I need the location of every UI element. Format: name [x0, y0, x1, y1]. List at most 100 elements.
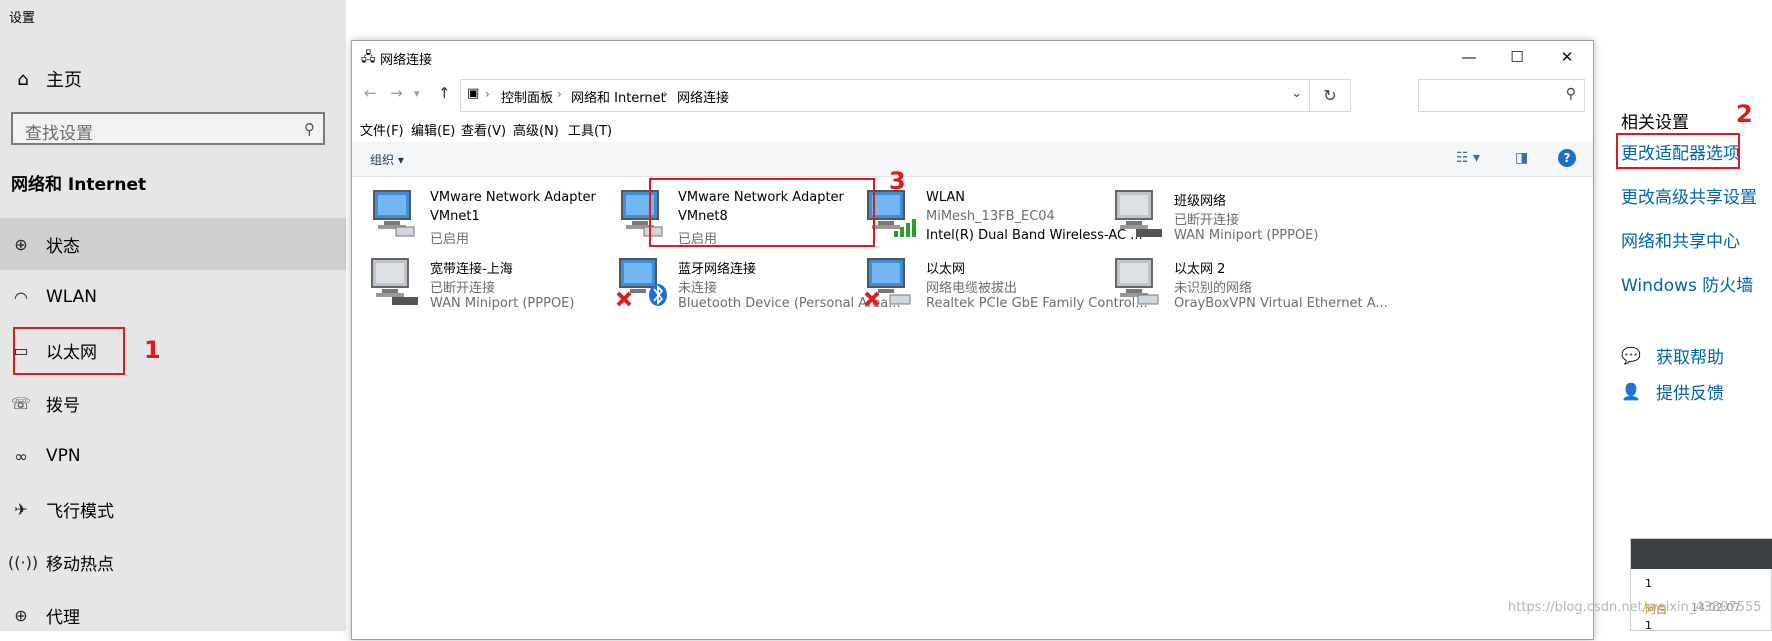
bluetooth-adapter-icon	[616, 258, 667, 307]
back-icon[interactable]: ←	[364, 84, 377, 102]
annotation-number-3: 3	[889, 167, 906, 195]
get-help-link[interactable]: 💬 获取帮助	[1621, 342, 1724, 368]
wifi-icon: ◠	[14, 287, 28, 307]
connection-status: 已断开连接	[430, 281, 496, 296]
organize-button[interactable]: 组织 ▾	[370, 151, 404, 168]
home-icon: ⌂	[17, 68, 29, 90]
nav-item-label: WLAN	[46, 287, 98, 307]
annotation-box-vmnet8	[649, 178, 875, 247]
breadcrumb-network-internet[interactable]: 网络和 Internet	[571, 87, 666, 106]
breadcrumb-network-connections[interactable]: 网络连接	[677, 87, 729, 106]
connection-status: 网络电缆被拔出	[926, 281, 1018, 296]
nav-item-proxy[interactable]: ⊕ 代理	[0, 589, 346, 641]
search-icon: ⚲	[304, 120, 315, 138]
home-nav-item[interactable]: ⌂ 主页	[10, 64, 82, 94]
home-label: 主页	[46, 70, 82, 91]
connection-name: 以太网 2	[1174, 262, 1226, 277]
popup-row: 1	[1645, 577, 1652, 590]
menu-tools[interactable]: 工具(T)	[568, 120, 612, 139]
feedback-icon: 👤	[1621, 381, 1641, 401]
windows-firewall-link[interactable]: Windows 防火墙	[1621, 271, 1753, 296]
connection-name: VMware Network Adapter	[430, 190, 596, 205]
connection-device: Intel(R) Dual Band Wireless-AC ...	[926, 228, 1143, 243]
annotation-number-1: 1	[144, 336, 161, 364]
nav-item-label: 拨号	[46, 395, 80, 416]
breadcrumb-separator: ›	[557, 87, 562, 101]
network-adapter-icon	[373, 190, 415, 237]
breadcrumb-separator: ›	[485, 87, 490, 101]
connection-bluetooth[interactable]: 蓝牙网络连接 未连接 Bluetooth Device (Personal Ar…	[616, 253, 901, 317]
up-icon[interactable]: ↑	[438, 84, 451, 102]
window-title: 网络连接	[380, 53, 433, 68]
nav-item-label: 移动热点	[46, 554, 114, 575]
connection-status: 已启用	[430, 232, 470, 247]
menu-file[interactable]: 文件(F)	[360, 120, 404, 139]
maximize-button[interactable]: ☐	[1493, 41, 1541, 73]
connection-name: WLAN	[926, 190, 966, 205]
help-icon[interactable]: ?	[1558, 149, 1576, 167]
network-folder-icon: 🖧	[361, 50, 376, 65]
control-panel-icon: ▣	[467, 86, 480, 101]
connection-ethernet-2[interactable]: 以太网 2 未识别的网络 OrayBoxVPN Virtual Ethernet…	[1112, 253, 1388, 317]
popup-row: 1	[1645, 619, 1652, 632]
minimize-button[interactable]: —	[1445, 41, 1493, 73]
forward-icon[interactable]: →	[390, 84, 403, 102]
popup-header	[1631, 539, 1772, 569]
connection-device: WAN Miniport (PPPOE)	[1174, 228, 1319, 243]
ethernet-adapter-icon	[864, 258, 911, 307]
nav-item-dialup[interactable]: ☏ 拨号	[0, 377, 346, 429]
address-bar[interactable]: ▣ › 控制面板 › 网络和 Internet › 网络连接 ⌄ ↻	[460, 79, 1351, 112]
nav-item-label: VPN	[46, 446, 81, 466]
advanced-sharing-link[interactable]: 更改高级共享设置	[1621, 183, 1757, 208]
connection-name: 宽带连接-上海	[430, 262, 513, 277]
connection-detail: MiMesh_13FB_EC04	[926, 209, 1055, 224]
menu-bar: 文件(F) 编辑(E) 查看(V) 高级(N) 工具(T)	[352, 117, 1593, 141]
network-sharing-center-link[interactable]: 网络和共享中心	[1621, 227, 1740, 252]
command-bar: 组织 ▾ ☷ ▾ ◨ ?	[352, 142, 1593, 177]
address-row: ← → ▾ ↑ ▣ › 控制面板 › 网络和 Internet › 网络连接 ⌄…	[352, 76, 1593, 114]
nav-item-hotspot[interactable]: ((·)) 移动热点	[0, 536, 346, 588]
connection-broadband-shanghai[interactable]: 宽带连接-上海 已断开连接 WAN Miniport (PPPOE)	[368, 253, 638, 317]
hotspot-icon: ((·))	[8, 552, 39, 572]
preview-pane-icon[interactable]: ◨	[1515, 150, 1528, 166]
refresh-button[interactable]: ↻	[1309, 80, 1350, 111]
connection-class-network[interactable]: 班级网络 已断开连接 WAN Miniport (PPPOE)	[1112, 185, 1382, 249]
settings-sidebar: 设置 ⌂ 主页 查找设置 ⚲ 网络和 Internet ⊕ 状态 ◠ WLAN …	[0, 0, 346, 631]
connection-name: 蓝牙网络连接	[678, 262, 757, 277]
explorer-search-input[interactable]: ⚲	[1418, 79, 1585, 112]
annotation-number-2: 2	[1736, 100, 1753, 128]
annotation-box-adapter-options	[1616, 133, 1740, 169]
connection-ethernet[interactable]: 以太网 网络电缆被拔出 Realtek PCIe GbE Family Cont…	[864, 253, 1148, 317]
menu-advanced[interactable]: 高级(N)	[513, 120, 559, 139]
nav-item-label: 代理	[46, 607, 80, 628]
give-feedback-link[interactable]: 👤 提供反馈	[1621, 378, 1724, 404]
chat-popup-fragment: 1 阿白 14:02:07 1	[1630, 538, 1772, 632]
breadcrumb-separator: ›	[663, 87, 668, 101]
recent-dropdown-icon[interactable]: ▾	[414, 87, 420, 100]
connection-name: 以太网	[926, 262, 966, 277]
settings-search-input[interactable]: 查找设置 ⚲	[11, 112, 325, 145]
change-view-icon[interactable]: ☷ ▾	[1456, 150, 1480, 166]
chat-help-icon: 💬	[1621, 345, 1641, 365]
connection-vmnet1[interactable]: VMware Network Adapter VMnet1 已启用	[368, 185, 638, 249]
dialup-adapter-icon	[1115, 190, 1162, 237]
breadcrumb-control-panel[interactable]: 控制面板	[501, 87, 553, 106]
vpn-icon: ∞	[14, 446, 28, 466]
connection-device: WAN Miniport (PPPOE)	[430, 296, 575, 311]
phone-icon: ☏	[10, 393, 31, 413]
nav-item-label: 飞行模式	[46, 501, 114, 522]
nav-item-wlan[interactable]: ◠ WLAN	[0, 271, 346, 323]
address-dropdown-icon[interactable]: ⌄	[1291, 86, 1302, 101]
connection-device: OrayBoxVPN Virtual Ethernet A...	[1174, 296, 1388, 311]
section-title: 网络和 Internet	[11, 175, 147, 195]
nav-item-status[interactable]: ⊕ 状态	[0, 218, 346, 270]
nav-item-airplane[interactable]: ✈ 飞行模式	[0, 483, 346, 535]
ethernet-adapter-icon	[1115, 258, 1159, 305]
globe-icon: ⊕	[14, 605, 28, 625]
close-button[interactable]: ✕	[1543, 41, 1591, 73]
menu-view[interactable]: 查看(V)	[461, 120, 506, 139]
globe-icon: ⊕	[14, 234, 28, 254]
menu-edit[interactable]: 编辑(E)	[411, 120, 455, 139]
nav-item-vpn[interactable]: ∞ VPN	[0, 430, 346, 482]
settings-title: 设置	[9, 11, 36, 26]
